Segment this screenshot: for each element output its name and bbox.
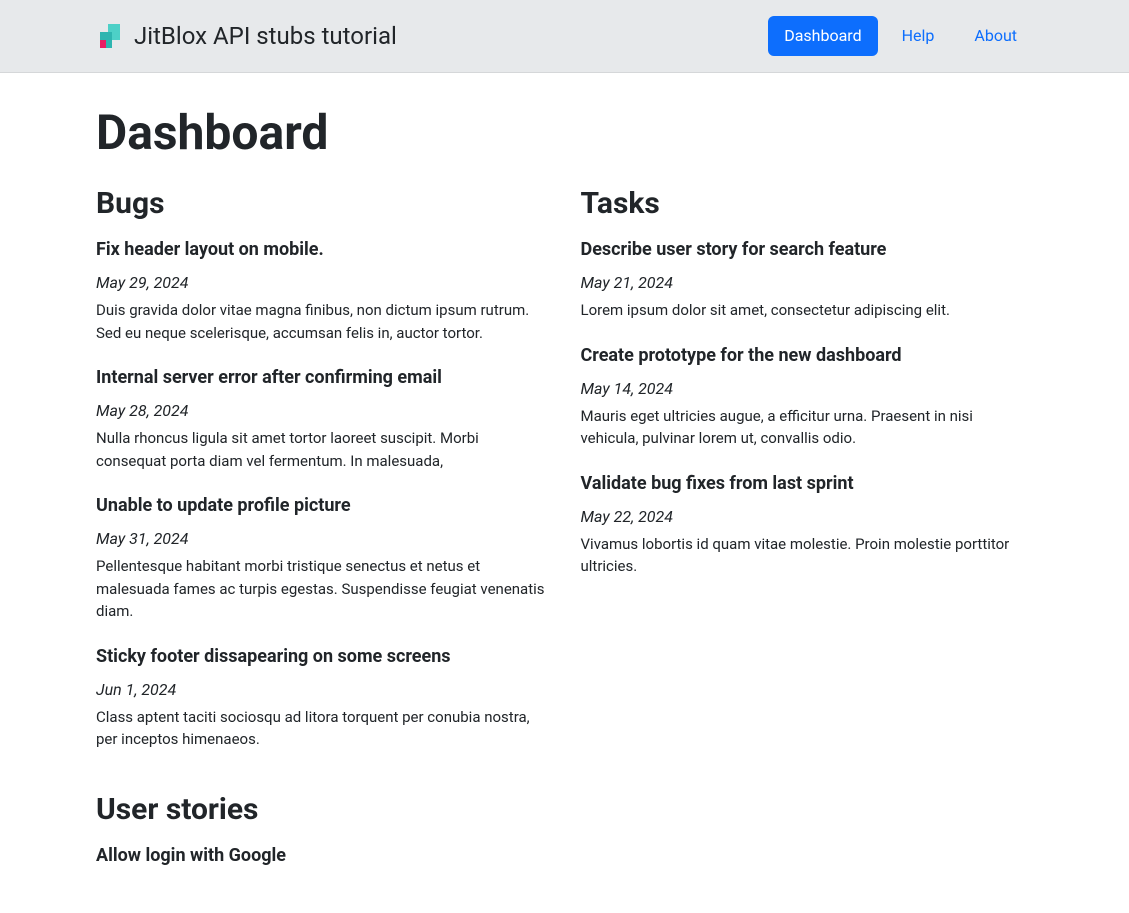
left-column: Bugs Fix header layout on mobile. May 29… bbox=[96, 177, 549, 889]
item-date: Jun 1, 2024 bbox=[96, 678, 549, 702]
item-description: Pellentesque habitant morbi tristique se… bbox=[96, 555, 549, 623]
item-title: Validate bug fixes from last sprint bbox=[581, 470, 1034, 497]
item-title: Sticky footer dissapearing on some scree… bbox=[96, 643, 549, 670]
list-item: Describe user story for search feature M… bbox=[581, 236, 1034, 322]
item-description: Lorem ipsum dolor sit amet, consectetur … bbox=[581, 299, 1034, 322]
nav-link-about[interactable]: About bbox=[958, 16, 1033, 56]
page-title: Dashboard bbox=[96, 97, 1033, 169]
columns: Bugs Fix header layout on mobile. May 29… bbox=[96, 177, 1033, 889]
tasks-section-title: Tasks bbox=[581, 181, 1034, 226]
list-item: Fix header layout on mobile. May 29, 202… bbox=[96, 236, 549, 344]
user-stories-section-title: User stories bbox=[96, 787, 549, 832]
navbar-nav: Dashboard Help About bbox=[768, 16, 1033, 56]
item-date: May 21, 2024 bbox=[581, 271, 1034, 295]
navbar-brand[interactable]: JitBlox API stubs tutorial bbox=[96, 18, 397, 54]
nav-link-dashboard[interactable]: Dashboard bbox=[768, 16, 877, 56]
list-item: Allow login with Google bbox=[96, 842, 549, 869]
right-column: Tasks Describe user story for search fea… bbox=[581, 177, 1034, 889]
item-date: May 28, 2024 bbox=[96, 399, 549, 423]
item-date: May 22, 2024 bbox=[581, 505, 1034, 529]
item-description: Duis gravida dolor vitae magna finibus, … bbox=[96, 299, 549, 344]
item-date: May 14, 2024 bbox=[581, 377, 1034, 401]
item-title: Create prototype for the new dashboard bbox=[581, 342, 1034, 369]
list-item: Unable to update profile picture May 31,… bbox=[96, 492, 549, 623]
nav-link-help[interactable]: Help bbox=[886, 16, 951, 56]
item-title: Fix header layout on mobile. bbox=[96, 236, 549, 263]
user-stories-section: User stories Allow login with Google bbox=[96, 787, 549, 869]
item-description: Vivamus lobortis id quam vitae molestie.… bbox=[581, 533, 1034, 578]
main-container: Dashboard Bugs Fix header layout on mobi… bbox=[0, 73, 1129, 913]
item-description: Class aptent taciti sociosqu ad litora t… bbox=[96, 706, 549, 751]
list-item: Sticky footer dissapearing on some scree… bbox=[96, 643, 549, 751]
navbar-brand-text: JitBlox API stubs tutorial bbox=[134, 18, 397, 54]
item-title: Describe user story for search feature bbox=[581, 236, 1034, 263]
jitblox-logo-icon bbox=[96, 22, 124, 50]
item-date: May 29, 2024 bbox=[96, 271, 549, 295]
bugs-section-title: Bugs bbox=[96, 181, 549, 226]
item-description: Nulla rhoncus ligula sit amet tortor lao… bbox=[96, 427, 549, 472]
list-item: Validate bug fixes from last sprint May … bbox=[581, 470, 1034, 578]
item-title: Unable to update profile picture bbox=[96, 492, 549, 519]
item-title: Internal server error after confirming e… bbox=[96, 364, 549, 391]
navbar: JitBlox API stubs tutorial Dashboard Hel… bbox=[0, 0, 1129, 73]
list-item: Internal server error after confirming e… bbox=[96, 364, 549, 472]
item-title: Allow login with Google bbox=[96, 842, 549, 869]
item-description: Mauris eget ultricies augue, a efficitur… bbox=[581, 405, 1034, 450]
list-item: Create prototype for the new dashboard M… bbox=[581, 342, 1034, 450]
item-date: May 31, 2024 bbox=[96, 527, 549, 551]
